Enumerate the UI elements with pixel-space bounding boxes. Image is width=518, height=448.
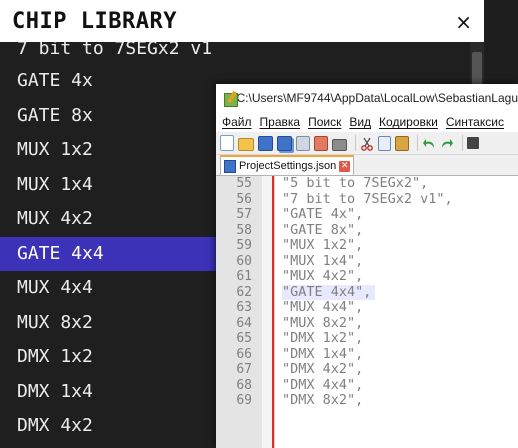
- find-icon[interactable]: [467, 137, 479, 149]
- line-number: 60: [236, 253, 252, 269]
- code-text: "MUX 1x4",: [282, 252, 364, 269]
- toolbar-separator: [417, 135, 418, 151]
- redo-icon[interactable]: [440, 136, 454, 150]
- code-text: "DMX 8x2",: [282, 392, 364, 408]
- code-lines: 55 "5 bit to 7SEGx2", 56 "7 bit to 7SEGx2 v…: [216, 175, 518, 409]
- chip-library-title: CHIP LIBRARY: [12, 9, 177, 34]
- code-text: "7 bit to 7SEGx2 v1",: [282, 190, 453, 207]
- line-number: 64: [236, 315, 252, 331]
- code-line[interactable]: 63 "MUX 4x4",: [216, 299, 518, 316]
- save-icon[interactable]: [258, 135, 273, 151]
- menu-syntax[interactable]: Синтаксис: [446, 115, 504, 129]
- close-icon[interactable]: ×: [455, 9, 472, 35]
- new-file-icon[interactable]: [220, 135, 234, 151]
- code-line[interactable]: 59 "MUX 1x2",: [216, 237, 518, 254]
- code-line[interactable]: 64 "MUX 8x2",: [216, 314, 518, 332]
- open-file-icon[interactable]: [238, 138, 254, 151]
- code-text: "GATE 8x",: [282, 221, 364, 238]
- line-number: 61: [236, 269, 252, 284]
- code-text: "GATE 4x4",: [282, 284, 376, 300]
- menu-encoding[interactable]: Кодировки: [379, 115, 438, 129]
- save-all-icon[interactable]: [277, 135, 292, 151]
- code-text: "DMX 1x4",: [282, 345, 364, 362]
- toolbar-separator: [355, 135, 356, 151]
- line-number: 65: [236, 331, 252, 346]
- code-line[interactable]: 61 "MUX 4x2",: [216, 268, 518, 285]
- editor-window-title: C:\Users\MF9744\AppData\LocalLow\Sebasti…: [236, 91, 518, 105]
- line-number: 56: [236, 191, 252, 207]
- copy-icon[interactable]: [378, 135, 391, 151]
- print-icon[interactable]: [332, 139, 347, 151]
- code-text: "GATE 4x",: [282, 206, 364, 222]
- code-text: "5 bit to 7SEGx2",: [282, 175, 429, 191]
- editor-tabbar: ProjectSettings.json ✕: [216, 155, 518, 176]
- undo-icon[interactable]: [422, 136, 436, 150]
- tab-close-icon[interactable]: ✕: [339, 160, 351, 172]
- text-editor-window: C:\Users\MF9744\AppData\LocalLow\Sebasti…: [216, 84, 518, 448]
- code-text: "DMX 4x2",: [282, 361, 364, 377]
- line-number: 58: [236, 222, 252, 238]
- editor-toolbar: [216, 132, 518, 155]
- close-file-icon[interactable]: [296, 135, 310, 151]
- code-text: "DMX 4x4",: [282, 376, 364, 393]
- line-number: 68: [236, 377, 252, 393]
- editor-titlebar[interactable]: C:\Users\MF9744\AppData\LocalLow\Sebasti…: [216, 84, 518, 112]
- code-text: "MUX 8x2",: [282, 314, 364, 331]
- line-number: 66: [236, 346, 252, 362]
- menu-view[interactable]: Вид: [349, 115, 371, 129]
- line-number: 63: [236, 300, 252, 315]
- code-text: "MUX 1x2",: [282, 237, 364, 253]
- line-number: 67: [236, 362, 252, 377]
- file-save-icon: [224, 159, 236, 173]
- line-number: 62: [236, 284, 252, 300]
- code-line[interactable]: 62 "GATE 4x4",: [216, 284, 518, 300]
- line-number: 59: [236, 238, 252, 253]
- code-line[interactable]: 68 "DMX 4x4",: [216, 376, 518, 394]
- code-line[interactable]: 56 "7 bit to 7SEGx2 v1",: [216, 190, 518, 208]
- code-line[interactable]: 66 "DMX 1x4",: [216, 345, 518, 363]
- code-line[interactable]: 57 "GATE 4x",: [216, 206, 518, 223]
- line-number: 55: [236, 176, 252, 191]
- chip-library-header: CHIP LIBRARY ×: [0, 0, 484, 42]
- code-line[interactable]: 69 "DMX 8x2",: [216, 392, 518, 409]
- code-text: "MUX 4x4",: [282, 299, 364, 315]
- menu-search[interactable]: Поиск: [308, 115, 341, 129]
- code-line[interactable]: 55 "5 bit to 7SEGx2",: [216, 175, 518, 192]
- editor-menubar: Файл Правка Поиск Вид Кодировки Синтакси…: [216, 112, 518, 132]
- close-all-icon[interactable]: [314, 135, 328, 151]
- notepad-app-icon: [224, 90, 238, 107]
- paste-icon[interactable]: [395, 135, 409, 151]
- code-editor[interactable]: 55 "5 bit to 7SEGx2", 56 "7 bit to 7SEGx2 v…: [216, 175, 518, 448]
- code-line[interactable]: 58 "GATE 8x",: [216, 221, 518, 239]
- code-text: "MUX 4x2",: [282, 268, 364, 284]
- code-line[interactable]: 65 "DMX 1x2",: [216, 330, 518, 347]
- toolbar-separator: [462, 135, 463, 151]
- code-line[interactable]: 67 "DMX 4x2",: [216, 361, 518, 378]
- line-number: 57: [236, 207, 252, 222]
- cut-icon[interactable]: [360, 136, 374, 151]
- code-text: "DMX 1x2",: [282, 330, 364, 346]
- code-line[interactable]: 60 "MUX 1x4",: [216, 252, 518, 270]
- tab-label: ProjectSettings.json: [239, 160, 337, 172]
- menu-edit[interactable]: Правка: [260, 115, 301, 129]
- line-number: 69: [236, 393, 252, 408]
- menu-file[interactable]: Файл: [222, 115, 252, 129]
- tab-project-settings[interactable]: ProjectSettings.json ✕: [220, 155, 355, 175]
